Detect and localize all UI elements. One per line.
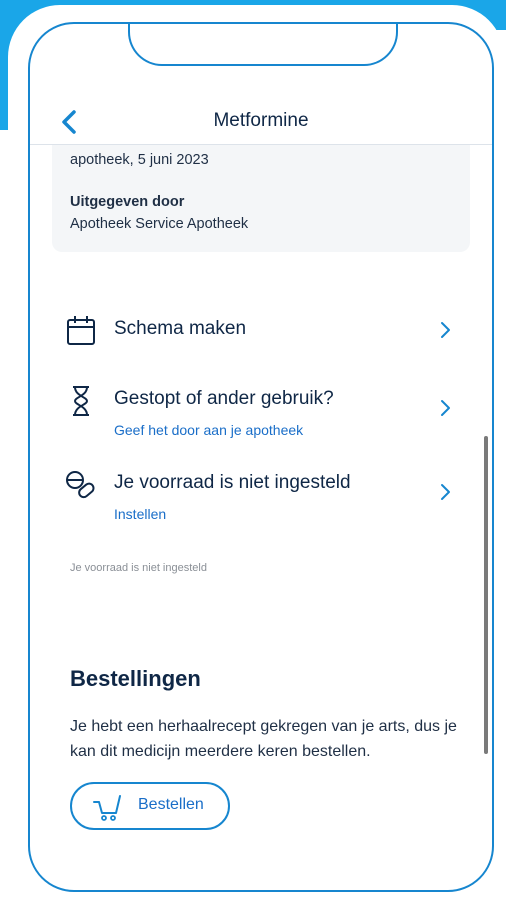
scrollbar[interactable]	[484, 436, 488, 754]
stock-subtitle: Instellen	[114, 506, 167, 522]
calendar-icon	[67, 316, 95, 345]
stopped-title: Gestopt of ander gebruik?	[114, 388, 334, 409]
orders-description: Je hebt een herhaalrecept gekregen van j…	[70, 718, 457, 760]
nav-header: Metformine	[30, 104, 492, 145]
phone-notch	[128, 24, 398, 66]
prescription-date: apotheek, 5 juni 2023	[70, 152, 209, 168]
stopped-row[interactable]: Gestopt of ander gebruik? Geef het door …	[64, 384, 460, 444]
stock-row[interactable]: Je voorraad is niet ingesteld Instellen	[64, 468, 460, 528]
chevron-right-icon	[441, 322, 450, 338]
issued-by-label: Uitgegeven door	[70, 194, 185, 210]
schedule-title: Schema maken	[114, 318, 247, 339]
cart-icon	[93, 795, 121, 821]
order-button[interactable]: Bestellen	[70, 782, 230, 830]
chevron-right-icon	[441, 484, 450, 500]
chevron-right-icon	[441, 400, 450, 416]
stock-note: Je voorraad is niet ingesteld	[70, 562, 207, 574]
stopped-subtitle: Geef het door aan je apotheek	[114, 422, 304, 438]
issued-by-value: Apotheek Service Apotheek	[70, 216, 249, 232]
phone-screen: apotheek, 5 juni 2023 Uitgegeven door Ap…	[28, 22, 494, 892]
order-button-label: Bestellen	[138, 796, 204, 813]
pills-icon	[66, 471, 95, 499]
orders-heading: Bestellingen	[70, 666, 201, 691]
page-title: Metformine	[213, 110, 309, 131]
hourglass-icon	[73, 386, 89, 416]
stock-title: Je voorraad is niet ingesteld	[114, 472, 351, 493]
schedule-row[interactable]: Schema maken	[64, 314, 460, 374]
